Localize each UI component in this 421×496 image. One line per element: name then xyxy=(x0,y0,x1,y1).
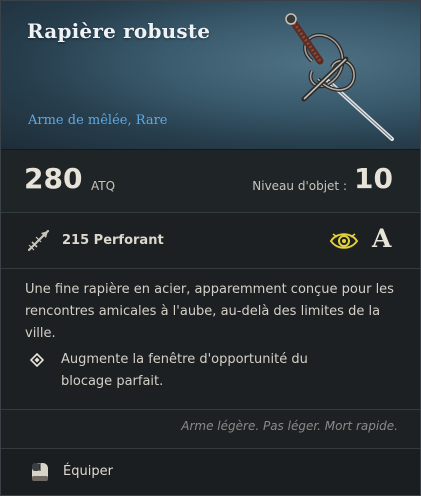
item-name: Rapière robuste xyxy=(27,19,211,43)
scaling-grade: A xyxy=(372,224,392,253)
mouse-button-icon xyxy=(32,463,48,481)
divider xyxy=(1,268,420,269)
item-level-value: 10 xyxy=(354,162,393,195)
perk-text: Augmente la fenêtre d'opportunité du blo… xyxy=(61,352,308,389)
diamond-icon xyxy=(30,353,44,367)
flavor-text: Arme légère. Pas léger. Mort rapide. xyxy=(181,419,398,433)
item-description: Une fine rapière en acier, apparemment c… xyxy=(25,282,394,341)
equip-action[interactable]: Équiper xyxy=(1,449,420,495)
flavor-row: Arme légère. Pas léger. Mort rapide. xyxy=(1,410,420,448)
attack-value: 280 xyxy=(24,162,83,195)
tooltip-header: Rapière robuste Arme de mêlée, Rare xyxy=(1,1,420,149)
piercing-damage-icon xyxy=(27,229,50,252)
item-level-label: Niveau d'objet : xyxy=(252,179,347,193)
damage-text: 215 Perforant xyxy=(62,233,164,248)
damage-row: 215 Perforant A xyxy=(1,213,420,268)
equip-label[interactable]: Équiper xyxy=(63,464,113,479)
item-tooltip: Rapière robuste Arme de mêlée, Rare 280 … xyxy=(0,0,421,496)
rapier-icon xyxy=(285,13,394,141)
perception-eye-icon xyxy=(329,233,359,249)
perk: Augmente la fenêtre d'opportunité du blo… xyxy=(25,349,405,395)
item-category: Arme de mêlée, Rare xyxy=(28,113,168,128)
stats-row: 280 ATQ Niveau d'objet : 10 xyxy=(1,149,420,213)
attack-unit: ATQ xyxy=(91,179,116,193)
